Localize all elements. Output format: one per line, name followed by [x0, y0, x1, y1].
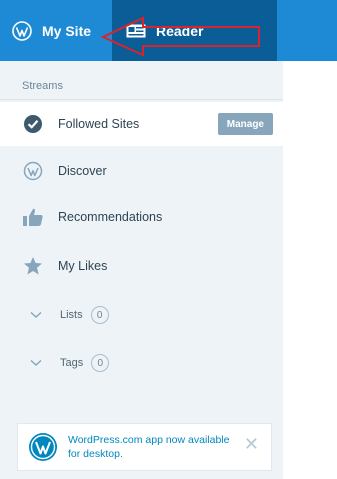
wordpress-icon [22, 160, 44, 182]
sidebar-item-label: Recommendations [58, 210, 163, 224]
sidebar-item-tags[interactable]: Tags 0 [0, 345, 283, 381]
chevron-down-icon [30, 359, 42, 366]
close-icon[interactable]: ✕ [244, 435, 259, 453]
page: My Site Reader Streams Followed Sites Ma… [0, 0, 337, 479]
sidebar-item-recommendations[interactable]: Recommendations [0, 195, 283, 239]
my-site-label: My Site [42, 22, 92, 39]
masterbar: My Site Reader [0, 0, 337, 61]
divider [0, 99, 283, 100]
tags-label: Tags [60, 357, 84, 369]
notice-text[interactable]: WordPress.com app now available for desk… [68, 433, 238, 461]
sidebar-item-label: Discover [58, 164, 107, 178]
thumbs-up-icon [22, 206, 44, 228]
desktop-app-notice[interactable]: WordPress.com app now available for desk… [17, 423, 272, 471]
wordpress-icon [12, 20, 32, 41]
checkmark-circle-icon [22, 113, 44, 135]
tags-count: 0 [91, 354, 110, 372]
reader-label: Reader [156, 22, 204, 39]
sidebar-item-label: My Likes [58, 259, 108, 273]
lists-count: 0 [90, 306, 109, 324]
reader-icon [126, 24, 146, 37]
sidebar-item-followed-sites[interactable]: Followed Sites Manage [0, 102, 283, 146]
sidebar-item-my-likes[interactable]: My Likes [0, 244, 283, 288]
wordpress-icon [29, 433, 57, 461]
lists-label: Lists [60, 309, 83, 321]
streams-heading: Streams [22, 80, 63, 92]
sidebar-item-label: Followed Sites [58, 117, 140, 131]
sidebar-item-discover[interactable]: Discover [0, 149, 283, 193]
reader-sidebar: Streams Followed Sites Manage Discover R… [0, 61, 283, 479]
my-site-button[interactable]: My Site [0, 0, 112, 61]
reader-button[interactable]: Reader [112, 0, 277, 61]
chevron-down-icon [30, 311, 42, 318]
sidebar-item-lists[interactable]: Lists 0 [0, 297, 283, 333]
star-icon [22, 255, 44, 277]
manage-button[interactable]: Manage [217, 113, 273, 135]
